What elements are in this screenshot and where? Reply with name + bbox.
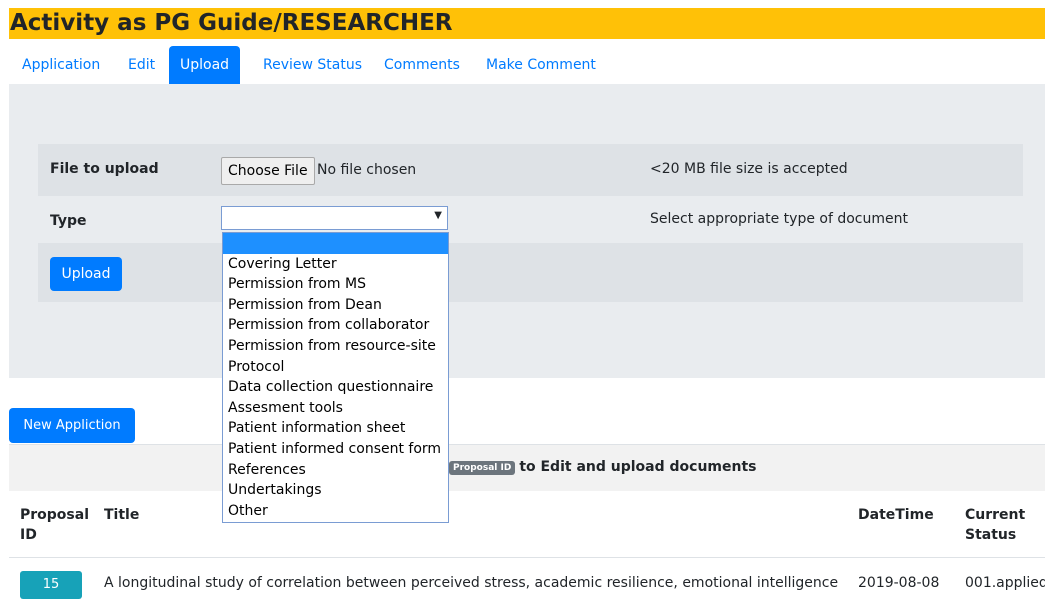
instruction-label: to Edit and upload documents: [519, 459, 757, 475]
dropdown-option[interactable]: Permission from Dean: [223, 295, 448, 316]
page-header: Activity as PG Guide/RESEARCHER: [9, 8, 1045, 39]
dropdown-option[interactable]: Permission from resource-site: [223, 336, 448, 357]
tab-bar: Application Edit Upload Review Status Co…: [9, 46, 1045, 84]
tab-application[interactable]: Application: [22, 46, 100, 84]
type-label: Type: [50, 213, 87, 229]
upload-button[interactable]: Upload: [50, 257, 122, 291]
dropdown-option[interactable]: Patient information sheet: [223, 418, 448, 439]
dropdown-option[interactable]: Permission from collaborator: [223, 315, 448, 336]
type-hint: Select appropriate type of document: [650, 211, 908, 227]
dropdown-option[interactable]: Covering Letter: [223, 254, 448, 275]
dropdown-option[interactable]: [223, 233, 448, 254]
dropdown-option[interactable]: Patient informed consent form: [223, 439, 448, 460]
column-header-title: Title: [104, 507, 140, 523]
choose-file-button[interactable]: Choose File: [221, 157, 315, 185]
instruction-text: Proposal ID to Edit and upload documents: [449, 459, 757, 475]
instruction-row: Proposal ID to Edit and upload documents: [9, 444, 1045, 491]
tab-make-comment[interactable]: Make Comment: [486, 46, 596, 84]
chevron-down-icon: ▼: [434, 210, 442, 221]
column-header-proposal-id: Proposal ID: [20, 507, 90, 543]
file-status-text: No file chosen: [317, 162, 417, 178]
type-row: Type ▼ Select appropriate type of docume…: [38, 196, 1023, 243]
file-to-upload-label: File to upload: [50, 161, 159, 177]
tab-review-status[interactable]: Review Status: [263, 46, 362, 84]
dropdown-option[interactable]: Protocol: [223, 357, 448, 378]
dropdown-option[interactable]: Data collection questionnaire: [223, 377, 448, 398]
dropdown-option[interactable]: Assesment tools: [223, 398, 448, 419]
page-title: Activity as PG Guide/RESEARCHER: [10, 10, 453, 36]
dropdown-option[interactable]: Undertakings: [223, 480, 448, 501]
table-header-divider: [9, 557, 1045, 558]
upload-panel: File to upload Choose File No file chose…: [9, 84, 1045, 378]
proposal-title: A longitudinal study of correlation betw…: [104, 575, 839, 591]
dropdown-option[interactable]: Other: [223, 501, 448, 522]
new-application-button[interactable]: New Appliction: [9, 408, 135, 443]
dropdown-option[interactable]: Permission from MS: [223, 274, 448, 295]
proposal-datetime: 2019-08-08: [858, 575, 940, 591]
dropdown-option[interactable]: References: [223, 460, 448, 481]
file-upload-row: File to upload Choose File No file chose…: [38, 144, 1023, 196]
type-select[interactable]: ▼: [221, 206, 448, 230]
tab-comments[interactable]: Comments: [384, 46, 460, 84]
column-header-datetime: DateTime: [858, 507, 934, 523]
column-header-status: Current Status: [965, 507, 1026, 543]
proposal-id-badge: Proposal ID: [449, 461, 516, 475]
proposal-status: 001.applied: [965, 575, 1045, 591]
type-select-dropdown: Covering Letter Permission from MS Permi…: [222, 232, 449, 523]
proposal-id-button[interactable]: 15: [20, 571, 82, 599]
tab-upload[interactable]: Upload: [169, 46, 241, 84]
file-size-hint: <20 MB file size is accepted: [650, 161, 848, 177]
upload-button-row: Upload: [38, 243, 1023, 302]
tab-edit[interactable]: Edit: [128, 46, 155, 84]
